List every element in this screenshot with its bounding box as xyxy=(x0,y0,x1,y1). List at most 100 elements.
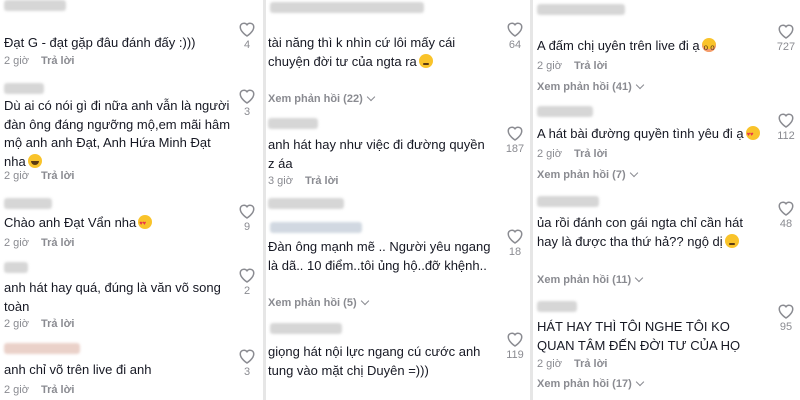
comment-meta: 2 giờ Trả lời xyxy=(4,55,75,67)
comment-meta: 3 giờ Trả lời xyxy=(268,175,339,187)
heart-icon xyxy=(778,201,794,216)
like-count: 4 xyxy=(243,39,251,51)
comment-text: Đạt G - đạt gặp đâu đánh đấy :))) xyxy=(4,35,196,50)
like-count: 727 xyxy=(776,41,796,53)
like-count: 3 xyxy=(243,106,251,118)
chevron-down-icon xyxy=(634,273,644,283)
username-blurred xyxy=(270,2,424,13)
comment-meta: 2 giờ Trả lời xyxy=(537,148,608,160)
chevron-down-icon xyxy=(635,80,644,90)
like-button[interactable]: 64 xyxy=(500,20,530,51)
username-blurred xyxy=(537,106,593,117)
comment-text: Dù ai có nói gì đi nữa anh vẫn là người … xyxy=(4,98,231,169)
comment-text: anh hát hay như việc đi đường quyền z áa xyxy=(268,137,485,171)
chevron-down-icon xyxy=(360,296,369,306)
like-count: 9 xyxy=(243,221,251,233)
comment-text: Chào anh Đạt Vẩn nha xyxy=(4,214,229,234)
like-count: 95 xyxy=(779,321,793,333)
view-replies-button[interactable]: Xem phản hồi (17) xyxy=(537,377,644,390)
reply-button[interactable]: Trả lời xyxy=(41,55,75,67)
comment-text: Đàn ông mạnh mẽ .. Người yêu ngang là dã… xyxy=(268,239,491,273)
like-count: 64 xyxy=(508,39,522,51)
reply-button[interactable]: Trả lời xyxy=(41,384,75,396)
username-blurred xyxy=(268,198,344,209)
flushed-emoji-icon xyxy=(701,38,716,58)
like-count: 48 xyxy=(779,218,793,230)
heart-icon xyxy=(239,89,255,104)
view-replies-button[interactable]: Xem phản hồi (41) xyxy=(537,80,644,93)
heart-icon xyxy=(239,22,255,37)
like-button[interactable]: 4 xyxy=(232,20,262,51)
like-count: 2 xyxy=(243,285,251,297)
reply-button[interactable]: Trả lời xyxy=(41,237,75,249)
chevron-down-icon xyxy=(629,168,638,178)
heart-icon xyxy=(778,24,794,39)
like-button[interactable]: 727 xyxy=(771,22,800,53)
heart-icon xyxy=(239,204,255,219)
comment-meta: 2 giờ Trả lời xyxy=(537,60,608,72)
heart-eyes-emoji-icon xyxy=(138,215,153,234)
comment-text: HÁT HAY THÌ TÔI NGHE TÔI KO QUAN TÂM ĐẾN… xyxy=(537,319,741,353)
comment-text: A đấm chị uyên trên live đi ạ xyxy=(537,37,767,58)
heart-icon xyxy=(778,304,794,319)
username-blurred xyxy=(270,323,342,334)
view-replies-button[interactable]: Xem phản hồi (22) xyxy=(268,92,375,105)
username-blurred xyxy=(270,222,362,233)
heart-icon xyxy=(239,349,255,364)
like-button[interactable]: 3 xyxy=(232,347,262,378)
like-count: 3 xyxy=(243,366,251,378)
reply-button[interactable]: Trả lời xyxy=(574,60,608,72)
reply-button[interactable]: Trả lời xyxy=(305,175,339,187)
relieved-emoji-icon xyxy=(724,233,739,248)
like-button[interactable]: 119 xyxy=(500,330,530,361)
username-blurred xyxy=(4,198,52,209)
like-count: 119 xyxy=(506,349,524,361)
like-count: 18 xyxy=(508,246,522,258)
comment-text: anh hát hay quá, đúng là văn võ song toà… xyxy=(4,280,221,314)
heart-icon xyxy=(507,126,523,141)
like-count: 187 xyxy=(505,143,525,155)
comment-meta: 2 giờ Trả lời xyxy=(4,237,75,249)
like-button[interactable]: 9 xyxy=(232,202,262,233)
comment-text: ủa rồi đánh con gái ngta chỉ cần hát hay… xyxy=(537,215,743,249)
comment-text: tài năng thì k nhìn cứ lôi mấy cái chuyệ… xyxy=(268,35,456,69)
relieved-emoji-icon xyxy=(418,53,433,68)
like-button[interactable]: 3 xyxy=(232,87,262,118)
like-button[interactable]: 2 xyxy=(232,266,262,297)
username-blurred xyxy=(537,196,599,207)
like-button[interactable]: 112 xyxy=(771,111,800,142)
heart-eyes-emoji-icon xyxy=(745,126,760,145)
comment-text: giọng hát nội lực ngang cú cước anh tung… xyxy=(268,344,481,378)
username-blurred xyxy=(4,0,66,11)
comment-meta: 2 giờ Trả lời xyxy=(4,170,75,182)
view-replies-button[interactable]: Xem phản hồi (11) xyxy=(537,273,644,286)
like-button[interactable]: 95 xyxy=(771,302,800,333)
username-blurred xyxy=(537,4,625,15)
comment-meta: 2 giờ Trả lời xyxy=(4,384,75,396)
reply-button[interactable]: Trả lời xyxy=(574,148,608,160)
like-button[interactable]: 48 xyxy=(771,199,800,230)
reply-button[interactable]: Trả lời xyxy=(41,170,75,182)
comments-panel-3: A đấm chị uyên trên live đi ạ 2 giờTrả l… xyxy=(533,0,800,400)
comment-meta: 2 giờ Trả lời xyxy=(537,358,608,370)
heart-icon xyxy=(778,113,794,128)
heart-icon xyxy=(239,268,255,283)
reply-button[interactable]: Trả lời xyxy=(574,358,608,370)
comment-text: A hát bài đường quyền tình yêu đi ạ xyxy=(537,125,767,145)
username-blurred xyxy=(4,343,80,354)
view-replies-button[interactable]: Xem phản hồi (7) xyxy=(537,168,638,181)
like-count: 112 xyxy=(777,130,795,142)
heart-icon xyxy=(507,22,523,37)
view-replies-button[interactable]: Xem phản hồi (5) xyxy=(268,296,369,309)
reply-button[interactable]: Trả lời xyxy=(41,318,75,330)
comments-panel-1: Đạt G - đạt gặp đâu đánh đấy :))) 2 giờ T… xyxy=(0,0,263,400)
chevron-down-icon xyxy=(635,377,644,387)
like-button[interactable]: 18 xyxy=(500,227,530,258)
username-blurred xyxy=(4,262,28,273)
like-button[interactable]: 187 xyxy=(500,124,530,155)
chevron-down-icon xyxy=(366,92,375,102)
laughing-emoji-icon xyxy=(27,153,42,168)
username-blurred xyxy=(4,83,44,94)
username-blurred xyxy=(268,118,318,129)
comments-panel-2: tài năng thì k nhìn cứ lôi mấy cái chuyệ… xyxy=(266,0,530,400)
